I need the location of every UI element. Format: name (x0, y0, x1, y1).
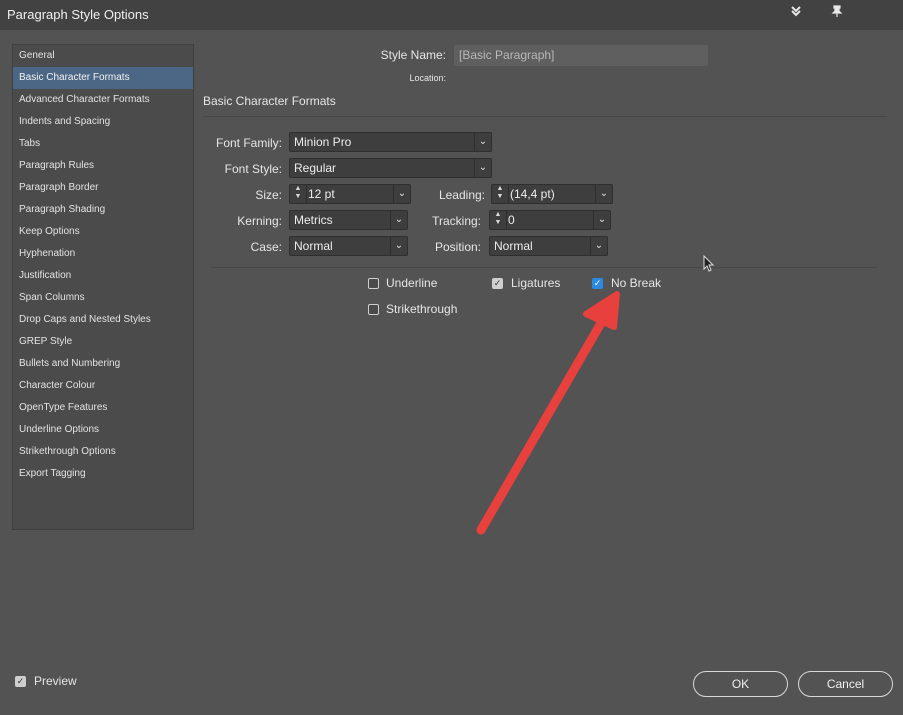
chevron-down-icon: ⌄ (595, 185, 612, 203)
leading-value: (14,4 pt) (510, 187, 555, 201)
font-style-value: Regular (294, 161, 337, 175)
sidebar-item-paragraph-rules[interactable]: Paragraph Rules (13, 155, 193, 177)
category-list: General Basic Character Formats Advanced… (12, 44, 194, 530)
sidebar-item-opentype-features[interactable]: OpenType Features (13, 397, 193, 419)
collapse-icon[interactable] (788, 5, 804, 21)
sidebar-item-character-colour[interactable]: Character Colour (13, 375, 193, 397)
section-title: Basic Character Formats (203, 94, 336, 108)
size-value: 12 pt (308, 187, 335, 201)
preview-label: Preview (34, 674, 77, 688)
mouse-cursor-icon (703, 255, 715, 272)
position-value: Normal (494, 239, 533, 253)
sidebar-item-export-tagging[interactable]: Export Tagging (13, 463, 193, 485)
case-dropdown[interactable]: Normal ⌄ (289, 236, 408, 256)
section-divider (203, 116, 887, 117)
position-dropdown[interactable]: Normal ⌄ (489, 236, 608, 256)
no-break-checkbox[interactable]: ✓ (592, 278, 603, 289)
kerning-value: Metrics (294, 213, 333, 227)
pin-icon[interactable] (829, 5, 845, 21)
size-combo[interactable]: ▲ ▼ 12 pt ⌄ (289, 184, 411, 204)
size-label: Size: (255, 188, 282, 202)
underline-checkbox[interactable] (368, 278, 379, 289)
case-value: Normal (294, 239, 333, 253)
leading-label: Leading: (438, 188, 485, 202)
tracking-value: 0 (508, 213, 515, 227)
font-family-dropdown[interactable]: Minion Pro ⌄ (289, 132, 492, 152)
tracking-label: Tracking: (432, 214, 481, 228)
strikethrough-label: Strikethrough (386, 302, 458, 316)
preview-checkbox[interactable]: ✓ (15, 676, 26, 687)
sidebar-item-paragraph-shading[interactable]: Paragraph Shading (13, 199, 193, 221)
chevron-down-icon: ⌄ (590, 237, 607, 255)
sidebar-item-indents-and-spacing[interactable]: Indents and Spacing (13, 111, 193, 133)
ligatures-checkbox[interactable]: ✓ (492, 278, 503, 289)
sidebar-item-basic-character-formats[interactable]: Basic Character Formats (13, 67, 193, 89)
underline-label: Underline (386, 276, 438, 290)
stepper-icon[interactable]: ▲ ▼ (490, 211, 507, 229)
strikethrough-checkbox[interactable] (368, 304, 379, 315)
stepper-icon[interactable]: ▲ ▼ (492, 185, 509, 203)
case-label: Case: (250, 240, 282, 254)
chevron-down-icon: ⌄ (474, 133, 491, 151)
sidebar-item-general[interactable]: General (13, 45, 193, 67)
options-divider (211, 267, 877, 268)
window-title: Paragraph Style Options (7, 7, 149, 22)
style-name-label: Style Name: (380, 48, 446, 62)
ligatures-label: Ligatures (511, 276, 561, 290)
font-family-label: Font Family: (215, 136, 282, 150)
no-break-label: No Break (611, 276, 662, 290)
sidebar-item-strikethrough-options[interactable]: Strikethrough Options (13, 441, 193, 463)
sidebar-item-hyphenation[interactable]: Hyphenation (13, 243, 193, 265)
style-name-field[interactable]: [Basic Paragraph] (454, 45, 708, 66)
ok-button[interactable]: OK (693, 671, 788, 697)
sidebar-item-paragraph-border[interactable]: Paragraph Border (13, 177, 193, 199)
chevron-down-icon: ⌄ (393, 185, 410, 203)
stepper-icon[interactable]: ▲ ▼ (290, 185, 307, 203)
sidebar-item-tabs[interactable]: Tabs (13, 133, 193, 155)
sidebar-item-justification[interactable]: Justification (13, 265, 193, 287)
font-style-dropdown[interactable]: Regular ⌄ (289, 158, 492, 178)
sidebar-item-advanced-character-formats[interactable]: Advanced Character Formats (13, 89, 193, 111)
chevron-down-icon: ⌄ (593, 211, 610, 229)
tracking-combo[interactable]: ▲ ▼ 0 ⌄ (489, 210, 611, 230)
sidebar-item-bullets-and-numbering[interactable]: Bullets and Numbering (13, 353, 193, 375)
font-family-value: Minion Pro (294, 135, 352, 149)
leading-combo[interactable]: ▲ ▼ (14,4 pt) ⌄ (491, 184, 613, 204)
sidebar-item-grep-style[interactable]: GREP Style (13, 331, 193, 353)
kerning-dropdown[interactable]: Metrics ⌄ (289, 210, 408, 230)
sidebar-item-drop-caps[interactable]: Drop Caps and Nested Styles (13, 309, 193, 331)
sidebar-item-underline-options[interactable]: Underline Options (13, 419, 193, 441)
location-label: Location: (409, 73, 446, 83)
sidebar-item-span-columns[interactable]: Span Columns (13, 287, 193, 309)
kerning-label: Kerning: (237, 214, 282, 228)
title-bar: Paragraph Style Options (0, 0, 903, 30)
sidebar-item-keep-options[interactable]: Keep Options (13, 221, 193, 243)
position-label: Position: (434, 240, 481, 254)
cancel-button[interactable]: Cancel (798, 671, 893, 697)
font-style-label: Font Style: (224, 162, 282, 176)
chevron-down-icon: ⌄ (474, 159, 491, 177)
